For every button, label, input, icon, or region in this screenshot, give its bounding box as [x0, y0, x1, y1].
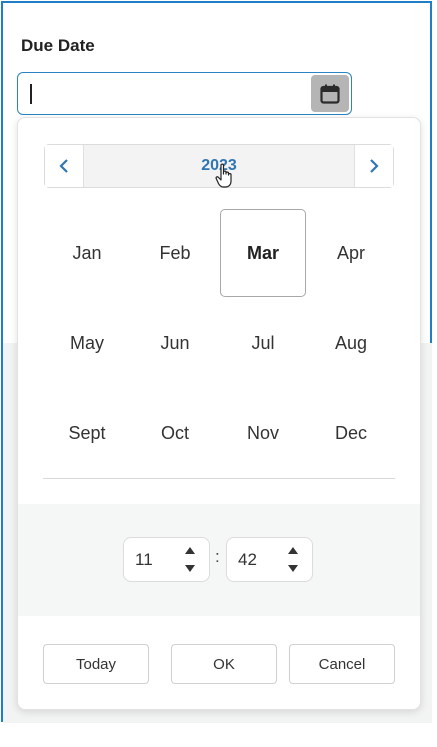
- minute-up-icon[interactable]: [288, 547, 298, 554]
- month-mar[interactable]: Mar: [220, 209, 306, 297]
- hour-value: 11: [135, 550, 153, 569]
- month-nov[interactable]: Nov: [220, 389, 306, 477]
- month-sept[interactable]: Sept: [44, 389, 130, 477]
- month-jun[interactable]: Jun: [132, 299, 218, 387]
- month-jan[interactable]: Jan: [44, 209, 130, 297]
- hand-pointer-icon: [215, 163, 232, 188]
- month-may[interactable]: May: [44, 299, 130, 387]
- next-year-button[interactable]: [354, 145, 393, 187]
- hour-up-icon[interactable]: [185, 547, 195, 554]
- hour-down-icon[interactable]: [185, 565, 195, 572]
- month-jul[interactable]: Jul: [220, 299, 306, 387]
- previous-year-button[interactable]: [45, 145, 84, 187]
- minute-spinner[interactable]: 42: [226, 537, 313, 582]
- due-date-input[interactable]: [17, 72, 352, 115]
- due-date-label: Due Date: [21, 36, 95, 55]
- time-picker: 11 : 42: [18, 504, 420, 616]
- hour-spinner[interactable]: 11: [123, 537, 210, 582]
- minute-value: 42: [238, 550, 257, 569]
- chevron-right-icon: [370, 159, 379, 173]
- text-caret: [30, 84, 32, 104]
- month-oct[interactable]: Oct: [132, 389, 218, 477]
- month-dec[interactable]: Dec: [308, 389, 394, 477]
- cancel-button[interactable]: Cancel: [289, 644, 395, 684]
- month-feb[interactable]: Feb: [132, 209, 218, 297]
- time-separator: :: [215, 547, 220, 566]
- calendar-button[interactable]: [311, 75, 349, 112]
- calendar-icon: [320, 84, 340, 104]
- month-apr[interactable]: Apr: [308, 209, 394, 297]
- month-aug[interactable]: Aug: [308, 299, 394, 387]
- month-picker-popup: 2023 Jan Feb Mar Apr May Jun Jul Aug Sep…: [17, 117, 421, 710]
- divider: [43, 478, 395, 479]
- ok-button[interactable]: OK: [171, 644, 277, 684]
- minute-down-icon[interactable]: [288, 565, 298, 572]
- chevron-left-icon: [59, 159, 68, 173]
- today-button[interactable]: Today: [43, 644, 149, 684]
